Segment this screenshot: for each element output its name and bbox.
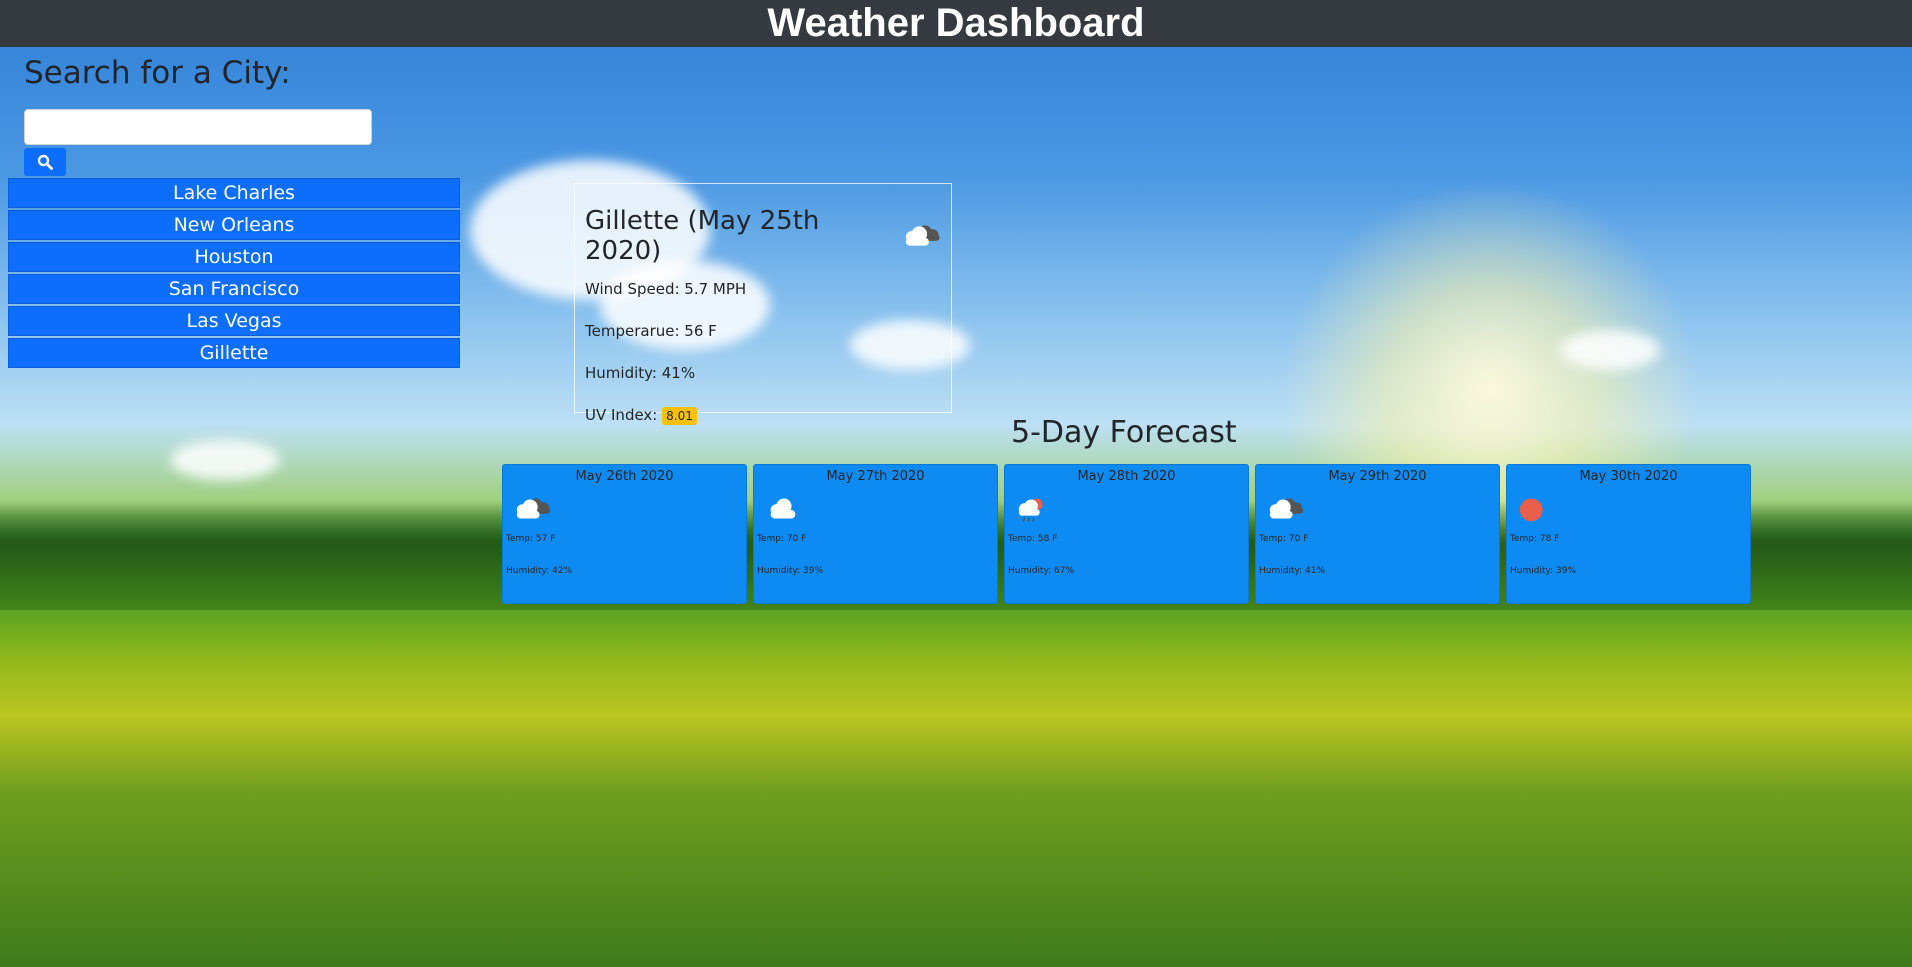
city-button-new-orleans[interactable]: New Orleans [8, 210, 460, 240]
forecast-temp: Temp: 57 F [506, 534, 556, 544]
city-button-lake-charles[interactable]: Lake Charles [8, 178, 460, 208]
city-history-list: Lake Charles New Orleans Houston San Fra… [8, 178, 460, 370]
forecast-humidity: Humidity: 39% [757, 566, 824, 576]
city-search-input[interactable] [24, 109, 372, 145]
current-weather-panel: Gillette (May 25th 2020) Wind Speed: 5.7… [574, 183, 952, 425]
broken-clouds-icon [905, 225, 940, 246]
background-cloud [170, 440, 280, 480]
current-temperature: Temperarue: 56 F [585, 322, 717, 340]
forecast-card-row: May 26th 2020 Temp: 57 F Humidity: 42% M… [502, 464, 1751, 604]
current-wind-speed: Wind Speed: 5.7 MPH [585, 280, 747, 298]
forecast-temp: Temp: 58 F [1008, 534, 1058, 544]
forecast-date: May 28th 2020 [1077, 469, 1176, 484]
header-bar: Weather Dashboard [0, 0, 1912, 47]
uv-index-label: UV Index: [585, 406, 658, 424]
forecast-card: May 26th 2020 Temp: 57 F Humidity: 42% [502, 464, 747, 604]
city-button-gillette[interactable]: Gillette [8, 338, 460, 368]
forecast-temp: Temp: 70 F [757, 534, 807, 544]
city-button-san-francisco[interactable]: San Francisco [8, 274, 460, 304]
search-title: Search for a City: [24, 55, 291, 91]
cloud-icon [770, 498, 796, 519]
forecast-humidity: Humidity: 41% [1259, 566, 1326, 576]
forecast-date: May 29th 2020 [1328, 469, 1427, 484]
forecast-temp: Temp: 78 F [1510, 534, 1560, 544]
forecast-card: May 28th 2020 Temp: 58 F Humidity: 67% [1004, 464, 1249, 604]
city-button-las-vegas[interactable]: Las Vegas [8, 306, 460, 336]
page-title: Weather Dashboard [767, 1, 1145, 45]
forecast-humidity: Humidity: 42% [506, 566, 573, 576]
broken-clouds-icon [1269, 498, 1304, 519]
forecast-title: 5-Day Forecast [1011, 415, 1237, 450]
forecast-card: May 27th 2020 Temp: 70 F Humidity: 39% [753, 464, 998, 604]
current-uv-index: UV Index: 8.01 [585, 406, 941, 425]
search-icon [37, 154, 53, 170]
forecast-date: May 26th 2020 [575, 469, 674, 484]
forecast-temp: Temp: 70 F [1259, 534, 1309, 544]
forecast-card: May 29th 2020 Temp: 70 F Humidity: 41% [1255, 464, 1500, 604]
forecast-card: May 30th 2020 Temp: 78 F Humidity: 39% [1506, 464, 1751, 604]
current-weather-heading: Gillette (May 25th 2020) [585, 206, 941, 266]
city-button-houston[interactable]: Houston [8, 242, 460, 272]
forecast-humidity: Humidity: 39% [1510, 566, 1577, 576]
forecast-humidity: Humidity: 67% [1008, 566, 1075, 576]
search-button[interactable] [24, 148, 66, 176]
broken-clouds-icon [516, 498, 551, 519]
forecast-date: May 27th 2020 [826, 469, 925, 484]
current-city-date: Gillette (May 25th 2020) [585, 206, 820, 266]
sun-icon [1519, 498, 1543, 522]
background-cloud [1560, 330, 1660, 370]
current-humidity: Humidity: 41% [585, 364, 696, 382]
uv-index-badge: 8.01 [662, 407, 697, 425]
rain-sun-icon [1018, 498, 1043, 522]
forecast-date: May 30th 2020 [1579, 469, 1678, 484]
